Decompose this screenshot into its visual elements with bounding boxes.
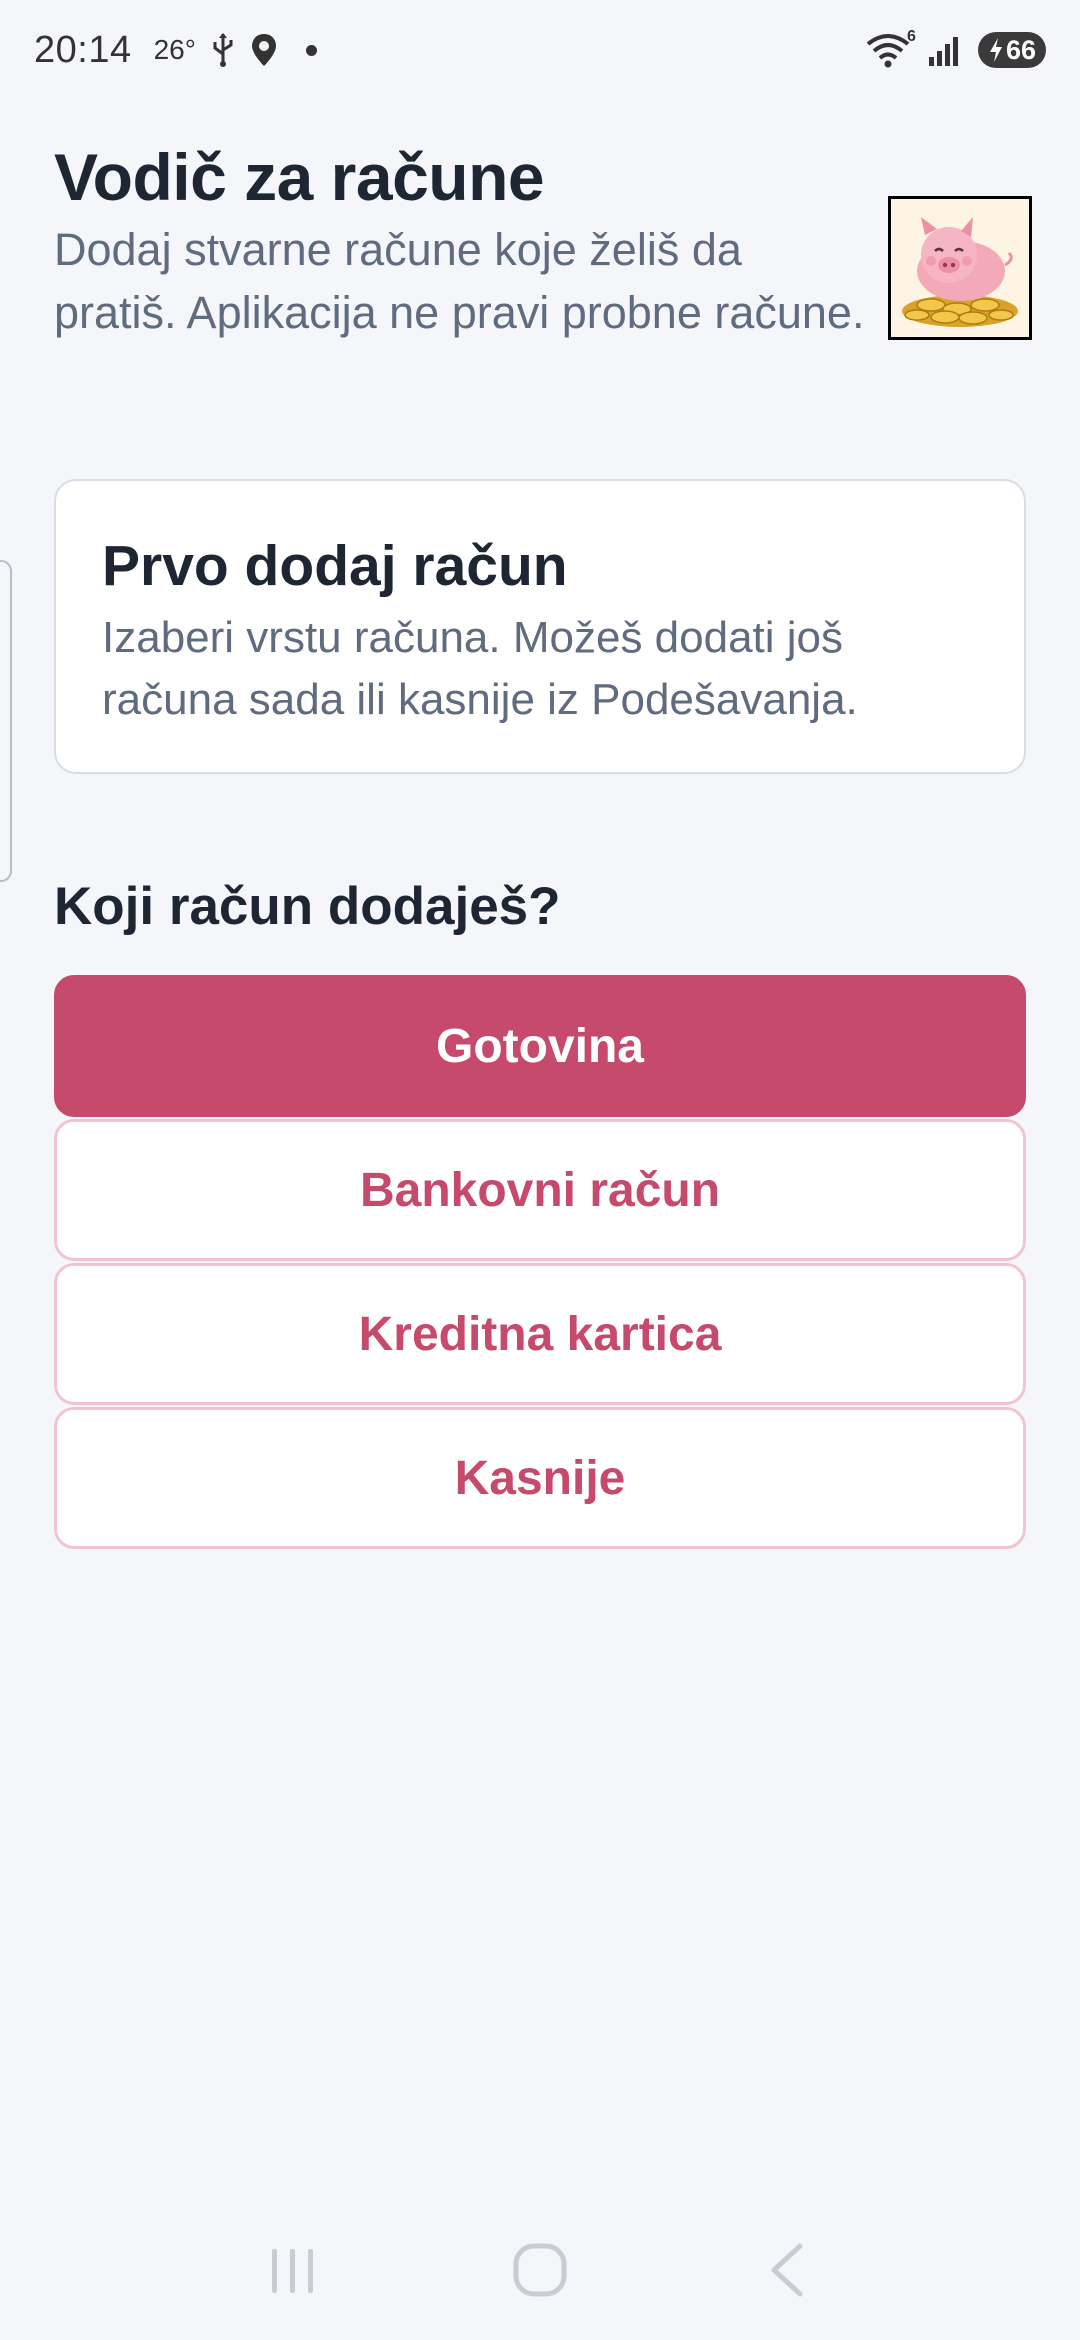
back-icon[interactable] [742, 2225, 832, 2315]
status-time: 20:14 [34, 28, 132, 71]
option-label: Kasnije [454, 1451, 626, 1505]
page-title: Vodič za račune [54, 140, 545, 214]
account-type-question: Koji račun dodaješ? [54, 877, 561, 936]
status-bar: 20:14 26° 6 66 [0, 0, 1080, 100]
piggy-bank-logo [888, 196, 1032, 340]
screen: 20:14 26° 6 66 Vodič za račune Dodaj stv… [0, 0, 1080, 2340]
battery-indicator: 66 [977, 32, 1046, 68]
option-label: Gotovina [435, 1019, 644, 1073]
location-icon [250, 32, 278, 68]
option-later-button[interactable]: Kasnije [54, 1407, 1026, 1549]
status-bar-left: 20:14 26° [34, 29, 317, 72]
status-temperature: 26° [153, 34, 196, 65]
option-bank-account-button[interactable]: Bankovni račun [54, 1119, 1026, 1261]
system-navigation-bar [0, 2200, 1080, 2340]
option-cash-button[interactable]: Gotovina [54, 975, 1026, 1117]
page-subtitle: Dodaj stvarne račune koje želiš da prati… [54, 224, 865, 338]
piggy-bank-coins-logo [891, 199, 1029, 337]
recent-apps-icon[interactable] [248, 2225, 338, 2315]
header: Vodič za račune Dodaj stvarne račune koj… [54, 138, 874, 344]
info-card-title: Prvo dodaj račun [102, 534, 568, 598]
status-bar-right: 6 66 [866, 28, 1046, 68]
info-card-text: Izaberi vrstu računa. Možeš dodati još r… [102, 613, 858, 724]
notification-dot [305, 44, 317, 56]
wifi-icon: 6 [866, 28, 916, 68]
info-card: Prvo dodaj račun Izaberi vrstu računa. M… [54, 479, 1026, 774]
battery-charging-icon [988, 37, 1004, 63]
side-panel-handle[interactable] [0, 560, 12, 882]
home-icon[interactable] [495, 2225, 585, 2315]
signal-icon [928, 33, 964, 67]
option-label: Bankovni račun [359, 1163, 721, 1217]
option-label: Kreditna kartica [358, 1307, 722, 1361]
account-type-options: Gotovina Bankovni račun Kreditna kartica… [54, 975, 1026, 1551]
option-credit-card-button[interactable]: Kreditna kartica [54, 1263, 1026, 1405]
battery-level: 66 [1005, 34, 1036, 65]
usb-icon [210, 32, 236, 68]
wifi-label: 6 [907, 28, 916, 45]
